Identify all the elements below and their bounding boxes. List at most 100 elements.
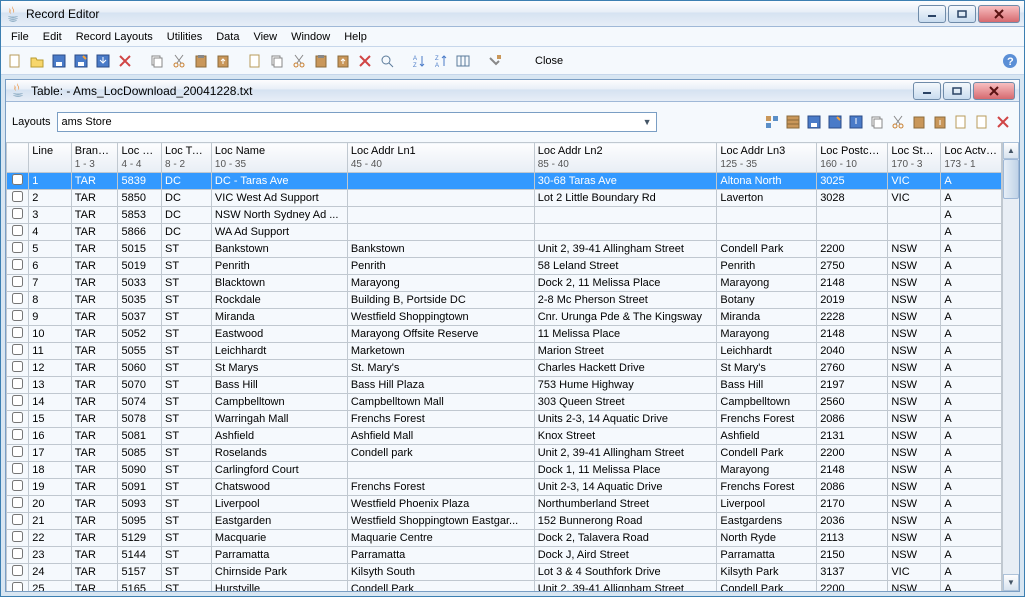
- cell[interactable]: DC: [162, 224, 212, 241]
- inner-maximize-button[interactable]: [943, 82, 971, 100]
- cell[interactable]: TAR: [71, 292, 118, 309]
- col-header[interactable]: Brand Id1 - 3: [71, 143, 118, 173]
- cell[interactable]: 30-68 Taras Ave: [534, 173, 717, 190]
- cell[interactable]: Miranda: [211, 309, 347, 326]
- cell[interactable]: TAR: [71, 394, 118, 411]
- row-checkbox[interactable]: [12, 361, 23, 372]
- table-row[interactable]: 21TAR5095STEastgardenWestfield Shoppingt…: [7, 513, 1002, 530]
- save-as-icon[interactable]: [71, 51, 91, 71]
- table-row[interactable]: 13TAR5070STBass HillBass Hill Plaza753 H…: [7, 377, 1002, 394]
- cell[interactable]: ST: [162, 530, 212, 547]
- cell[interactable]: 5085: [118, 445, 162, 462]
- cell[interactable]: 22: [29, 530, 71, 547]
- table-row[interactable]: 10TAR5052STEastwoodMarayong Offsite Rese…: [7, 326, 1002, 343]
- cell[interactable]: 5035: [118, 292, 162, 309]
- cell[interactable]: [347, 224, 534, 241]
- cell[interactable]: [347, 190, 534, 207]
- cell[interactable]: A: [941, 411, 1002, 428]
- cell[interactable]: 5055: [118, 343, 162, 360]
- minimize-button[interactable]: [918, 5, 946, 23]
- cell[interactable]: [817, 224, 888, 241]
- cell[interactable]: Liverpool: [211, 496, 347, 513]
- cell[interactable]: Unit 2, 39-41 Allingham Street: [534, 445, 717, 462]
- cell[interactable]: Marion Street: [534, 343, 717, 360]
- cell[interactable]: TAR: [71, 462, 118, 479]
- cell[interactable]: Hurstville: [211, 581, 347, 591]
- table-row[interactable]: 11TAR5055STLeichhardtMarketownMarion Str…: [7, 343, 1002, 360]
- row-checkbox[interactable]: [12, 378, 23, 389]
- cell[interactable]: ST: [162, 258, 212, 275]
- cell[interactable]: ST: [162, 394, 212, 411]
- cell[interactable]: 8: [29, 292, 71, 309]
- cell[interactable]: Penrith: [211, 258, 347, 275]
- table-row[interactable]: 23TAR5144STParramattaParramattaDock J, A…: [7, 547, 1002, 564]
- inner-minimize-button[interactable]: [913, 82, 941, 100]
- data-table[interactable]: LineBrand Id1 - 3Loc Nbr4 - 4Loc Type8 -…: [6, 142, 1002, 591]
- cell[interactable]: 3: [29, 207, 71, 224]
- table-row[interactable]: 3TAR5853DCNSW North Sydney Ad ...A: [7, 207, 1002, 224]
- row-checkbox[interactable]: [12, 344, 23, 355]
- cell[interactable]: Dock 2, Talavera Road: [534, 530, 717, 547]
- cell[interactable]: TAR: [71, 309, 118, 326]
- open-icon[interactable]: [27, 51, 47, 71]
- find-icon[interactable]: [377, 51, 397, 71]
- copy-icon[interactable]: [147, 51, 167, 71]
- cell[interactable]: 2170: [817, 496, 888, 513]
- row-checkbox[interactable]: [12, 174, 23, 185]
- row-checkbox[interactable]: [12, 191, 23, 202]
- cell[interactable]: [347, 207, 534, 224]
- cell[interactable]: NSW: [888, 275, 941, 292]
- col-header[interactable]: Loc State170 - 3: [888, 143, 941, 173]
- delete-record-icon[interactable]: [355, 51, 375, 71]
- table-row[interactable]: 7TAR5033STBlacktownMarayongDock 2, 11 Me…: [7, 275, 1002, 292]
- cell[interactable]: TAR: [71, 428, 118, 445]
- cell[interactable]: Carlingford Court: [211, 462, 347, 479]
- cell[interactable]: A: [941, 496, 1002, 513]
- cell[interactable]: Rockdale: [211, 292, 347, 309]
- cell[interactable]: Kilsyth Park: [717, 564, 817, 581]
- cell[interactable]: 2228: [817, 309, 888, 326]
- cell[interactable]: DC: [162, 207, 212, 224]
- cell[interactable]: Bass Hill: [211, 377, 347, 394]
- cell[interactable]: NSW: [888, 496, 941, 513]
- cell[interactable]: A: [941, 462, 1002, 479]
- cell[interactable]: NSW: [888, 411, 941, 428]
- menu-file[interactable]: File: [5, 29, 35, 45]
- cell[interactable]: 5070: [118, 377, 162, 394]
- cell[interactable]: 17: [29, 445, 71, 462]
- cell[interactable]: 5093: [118, 496, 162, 513]
- cell[interactable]: ST: [162, 309, 212, 326]
- cell[interactable]: Bankstown: [211, 241, 347, 258]
- cell[interactable]: 5165: [118, 581, 162, 591]
- cell[interactable]: A: [941, 173, 1002, 190]
- cell[interactable]: 5052: [118, 326, 162, 343]
- cell[interactable]: 5081: [118, 428, 162, 445]
- cell[interactable]: A: [941, 581, 1002, 591]
- cell[interactable]: [717, 207, 817, 224]
- cell[interactable]: A: [941, 224, 1002, 241]
- close-button[interactable]: [978, 5, 1020, 23]
- cell[interactable]: TAR: [71, 496, 118, 513]
- menu-data[interactable]: Data: [210, 29, 245, 45]
- row-checkbox[interactable]: [12, 531, 23, 542]
- cell[interactable]: Eastgarden: [211, 513, 347, 530]
- paste-record-before-icon[interactable]: [333, 51, 353, 71]
- cell[interactable]: Liverpool: [717, 496, 817, 513]
- cell[interactable]: 15: [29, 411, 71, 428]
- cell[interactable]: Roselands: [211, 445, 347, 462]
- cell[interactable]: 1: [29, 173, 71, 190]
- cell[interactable]: 5850: [118, 190, 162, 207]
- cell[interactable]: 5144: [118, 547, 162, 564]
- cell[interactable]: TAR: [71, 479, 118, 496]
- cell[interactable]: VIC: [888, 564, 941, 581]
- cell[interactable]: Bankstown: [347, 241, 534, 258]
- cell[interactable]: A: [941, 377, 1002, 394]
- cell[interactable]: NSW: [888, 530, 941, 547]
- paste-icon[interactable]: [191, 51, 211, 71]
- cell[interactable]: 5090: [118, 462, 162, 479]
- cell[interactable]: Knox Street: [534, 428, 717, 445]
- cell[interactable]: ST: [162, 513, 212, 530]
- row-checkbox[interactable]: [12, 395, 23, 406]
- cell[interactable]: ST: [162, 445, 212, 462]
- cell[interactable]: ST: [162, 581, 212, 591]
